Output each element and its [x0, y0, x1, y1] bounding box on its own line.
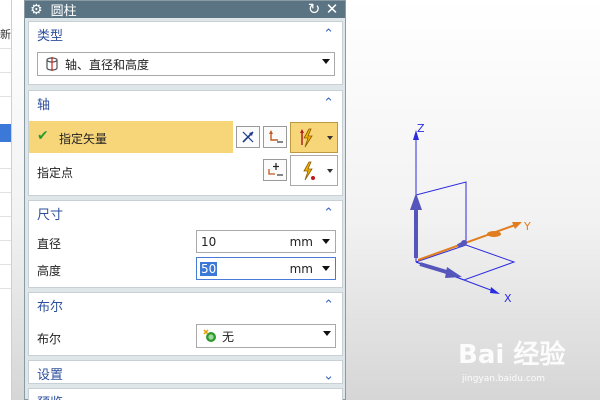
type-select[interactable]: 轴、直径和高度: [37, 52, 335, 76]
gear-icon[interactable]: ⚙: [30, 3, 43, 17]
section-title: 轴: [37, 97, 51, 113]
dialog-title: 圆柱: [50, 4, 77, 19]
specify-vector-row[interactable]: ✔ 指定矢量: [29, 121, 233, 153]
chevron-down-icon[interactable]: [322, 239, 330, 244]
vector-dialog-button[interactable]: [263, 126, 287, 148]
section-preview: 预览 ⌃: [28, 388, 343, 400]
diameter-value: 10: [201, 235, 217, 249]
height-unit: mm: [289, 262, 313, 276]
section-header-dimensions[interactable]: 尺寸 ⌃: [29, 201, 342, 225]
section-header-preview[interactable]: 预览 ⌃: [29, 389, 342, 400]
strip-divider: [0, 48, 11, 49]
diameter-input[interactable]: 10 mm: [196, 230, 336, 253]
strip-divider: [0, 264, 11, 265]
type-select-value: 轴、直径和高度: [65, 57, 150, 72]
strip-divider: [0, 216, 11, 217]
diameter-unit: mm: [289, 235, 313, 249]
cylinder-type-icon: [43, 56, 61, 72]
chevron-down-icon[interactable]: ⌃: [323, 366, 334, 381]
section-title: 布尔: [37, 299, 64, 315]
strip-label: 新: [0, 28, 11, 41]
vector-type-select[interactable]: [290, 122, 338, 153]
chevron-up-icon[interactable]: ⌃: [323, 298, 334, 313]
watermark-logo: Bai 经验: [458, 340, 566, 370]
inferred-point-icon: [303, 161, 315, 181]
reverse-direction-button[interactable]: [236, 126, 260, 148]
specify-point-label: 指定点: [37, 166, 74, 180]
chevron-down-icon[interactable]: ⌃: [323, 394, 334, 400]
z-axis-label: Z: [417, 122, 425, 135]
section-type: 类型 ⌃ 轴、直径和高度: [28, 21, 343, 85]
height-label: 高度: [37, 264, 62, 278]
section-title: 类型: [37, 28, 64, 44]
chevron-up-icon[interactable]: ⌃: [323, 96, 334, 111]
point-dialog-button[interactable]: [263, 159, 287, 181]
dialog-titlebar[interactable]: ⚙ 圆柱 ↻ ✕: [25, 1, 345, 19]
chevron-down-icon[interactable]: [327, 136, 333, 140]
boolean-label: 布尔: [37, 332, 62, 346]
height-value: 50: [200, 262, 218, 276]
strip-divider: [0, 168, 11, 169]
diameter-label: 直径: [37, 237, 62, 251]
chevron-down-icon[interactable]: [322, 59, 330, 64]
reset-icon[interactable]: ↻: [305, 2, 323, 17]
boolean-none-icon: [202, 328, 218, 344]
strip-divider: [0, 96, 11, 97]
inferred-vector-icon: [300, 128, 313, 148]
strip-divider: [0, 288, 11, 289]
section-title: 尺寸: [37, 207, 64, 223]
chevron-up-icon[interactable]: ⌃: [323, 206, 334, 221]
graphics-viewport[interactable]: Z Y X Bai 经验 jingyan.baidu.com: [346, 0, 600, 400]
point-type-select[interactable]: [290, 155, 338, 186]
section-axis: 轴 ⌃ ✔ 指定矢量 指定点: [28, 90, 343, 196]
check-icon: ✔: [37, 128, 49, 144]
cylinder-dialog: ⚙ 圆柱 ↻ ✕ 类型 ⌃ 轴、直径和高度 轴 ⌃ ✔ 指定矢量 指定点 尺寸 …: [24, 0, 346, 400]
section-dimensions: 尺寸 ⌃ 直径 10 mm 高度 50 mm: [28, 200, 343, 288]
chevron-down-icon[interactable]: [322, 266, 330, 271]
section-title: 预览: [37, 392, 63, 400]
chevron-up-icon[interactable]: ⌃: [323, 27, 334, 42]
strip-selected-row[interactable]: [0, 124, 11, 142]
watermark-url: jingyan.baidu.com: [462, 374, 546, 384]
boolean-select-value: 无: [222, 329, 235, 344]
section-boolean: 布尔 ⌃ 布尔 无: [28, 292, 343, 356]
height-input[interactable]: 50 mm: [196, 257, 336, 280]
x-axis-label: X: [504, 292, 512, 305]
specify-vector-label: 指定矢量: [59, 132, 108, 146]
strip-divider: [0, 192, 11, 193]
section-header-boolean[interactable]: 布尔 ⌃: [29, 293, 342, 317]
boolean-select[interactable]: 无: [196, 324, 336, 348]
section-header-settings[interactable]: 设置 ⌃: [29, 361, 342, 385]
strip-divider: [0, 240, 11, 241]
section-settings: 设置 ⌃: [28, 360, 343, 384]
section-title: 设置: [37, 367, 64, 383]
section-header-type[interactable]: 类型 ⌃: [29, 22, 342, 46]
chevron-down-icon[interactable]: [323, 331, 331, 336]
chevron-down-icon[interactable]: [327, 169, 333, 173]
close-icon[interactable]: ✕: [323, 2, 341, 17]
section-header-axis[interactable]: 轴 ⌃: [29, 91, 342, 115]
strip-divider: [0, 72, 11, 73]
y-axis-label: Y: [524, 220, 531, 233]
previous-panel-strip: 新: [0, 0, 12, 400]
